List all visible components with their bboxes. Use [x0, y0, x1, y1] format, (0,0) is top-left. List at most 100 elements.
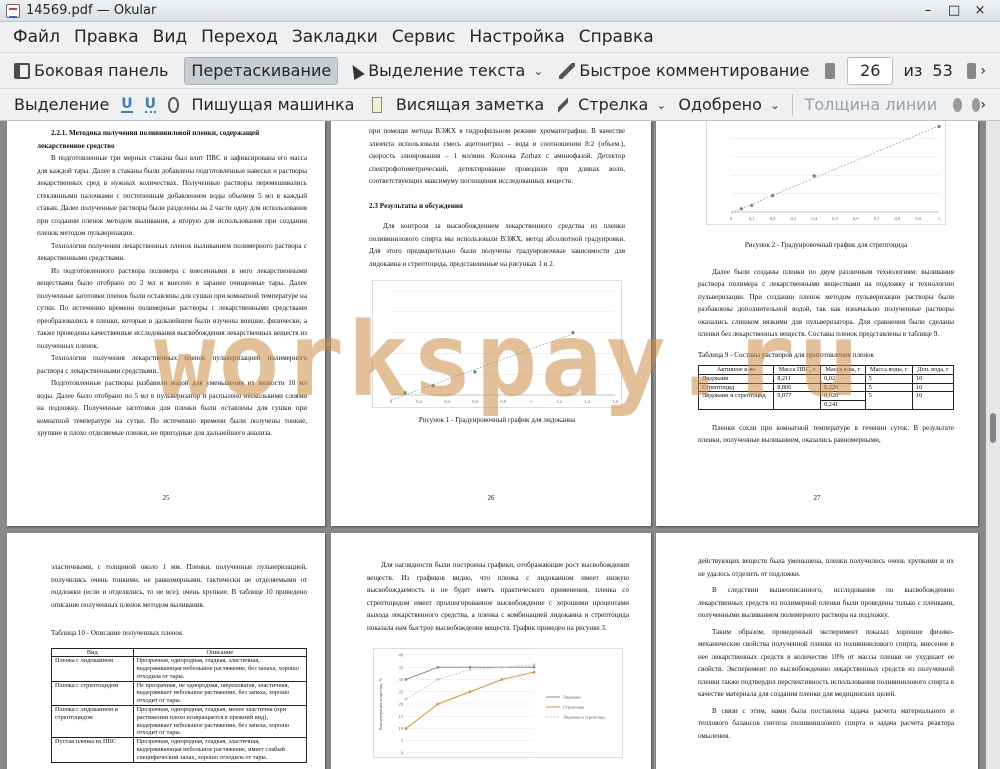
x-tick-label: 0,4 — [811, 216, 817, 222]
trendline — [730, 125, 940, 214]
table-cell: 0,241 — [820, 400, 866, 410]
menu-edit[interactable]: Правка — [67, 27, 146, 47]
vertical-scrollbar[interactable] — [986, 121, 1000, 769]
window-title: 14569.pdf — Okular — [26, 3, 157, 18]
data-point — [532, 670, 536, 674]
note-icon[interactable] — [372, 96, 382, 113]
chevron-down-icon[interactable]: ⌄ — [533, 64, 543, 78]
chart-svg: 0 5 10 15 20 25 30 35 40 Концентрация вещества, %… — [378, 653, 606, 756]
selection-label: Выделение — [14, 95, 110, 114]
sidebar-button[interactable]: Боковая панель — [8, 57, 174, 85]
page-up-icon[interactable] — [825, 62, 836, 79]
document-view[interactable]: 2.2.1. Методика получения поливиниловой … — [0, 121, 1000, 769]
data-point — [571, 331, 575, 335]
table-row: Лидокаин и стрептоцид 9,077 0,020 5 10 — [697, 391, 955, 410]
pin-icon[interactable] — [971, 97, 981, 112]
x-tick-label: 0,6 — [853, 216, 859, 222]
paragraph: Подготовленные растворы разбавили водой … — [37, 379, 307, 437]
data-point — [404, 678, 408, 681]
x-tick-label: 0,2 — [770, 216, 776, 222]
data-point — [468, 665, 472, 669]
stamp-icon[interactable] — [168, 96, 180, 113]
table-row: Пленка с стрептоцидом Не прозрачная, не … — [51, 680, 308, 707]
line-width-button[interactable]: Толщина линии — [799, 91, 944, 119]
text-select-button[interactable]: Выделение текста ⌄ — [344, 57, 549, 85]
figure-caption: Рисунок 2 - Градуировочный график для ст… — [744, 241, 908, 249]
scrollbar-thumb[interactable] — [990, 413, 996, 443]
paragraph: Технология получения лекарственных плено… — [37, 354, 307, 375]
cursor-icon — [347, 61, 365, 80]
table-row: Пустая пленка из ПВС Прозрачная, однород… — [51, 737, 308, 763]
data-point — [404, 727, 408, 730]
data-point — [431, 384, 435, 388]
drag-mode-button[interactable]: Перетаскивание — [184, 56, 339, 85]
x-tick-label: 0,6 — [472, 399, 478, 405]
menu-view[interactable]: Вид — [146, 27, 194, 47]
table-cell: Пленка с лидокаином — [51, 656, 134, 682]
page-number-input[interactable]: 26 — [847, 56, 894, 85]
x-tick-label: 0,8 — [500, 399, 506, 405]
menu-go[interactable]: Переход — [194, 27, 285, 47]
compositions-table: Активное в-во Масса ПВС, г Масса в-ва, г… — [697, 365, 955, 410]
menu-help[interactable]: Справка — [572, 27, 661, 47]
pen-icon[interactable] — [558, 96, 569, 113]
page-down-icon[interactable] — [966, 62, 977, 79]
paragraph: Из подготовленного раствора полимера с в… — [37, 266, 307, 350]
table-cell: 0,02 — [820, 373, 866, 384]
y-tick-label: 15 — [399, 714, 404, 719]
table-cell: Пленка с лидокаином и стрептоцидом — [51, 705, 134, 739]
trendline — [390, 333, 574, 401]
menubar: Файл Правка Вид Переход Закладки Сервис … — [0, 22, 1000, 52]
y-tick-label: 10 — [399, 726, 404, 731]
underline-icon[interactable]: U — [121, 97, 133, 113]
x-tick-label: 0 — [730, 216, 733, 221]
typewriter-button[interactable]: Пишущая машинка — [185, 91, 360, 119]
quick-comment-button[interactable]: Быстрое комментирование — [553, 57, 815, 85]
data-point — [468, 690, 472, 694]
sticky-note-button[interactable]: Висящая заметка — [390, 91, 550, 119]
data-point — [532, 663, 536, 667]
menu-file[interactable]: Файл — [6, 27, 67, 47]
table-cell: Прозрачная, однородная, гладкая, менее э… — [132, 705, 308, 739]
maximize-icon[interactable]: □ — [948, 3, 960, 18]
typewriter-label: Пишущая машинка — [191, 95, 355, 114]
menu-bookmarks[interactable]: Закладки — [285, 27, 385, 47]
page-of-label: из — [903, 61, 923, 80]
table-row: Пленка с лидокаином Прозрачная, однородн… — [51, 656, 308, 682]
drag-label: Перетаскивание — [191, 61, 332, 80]
table-cell: Лидокаин — [697, 373, 775, 384]
arrow-button[interactable]: Стрелка ⌄ — [572, 91, 672, 119]
data-point — [937, 124, 941, 129]
table-cell: 0,020 — [820, 391, 866, 402]
line-width-label: Толщина линии — [804, 95, 938, 114]
table-header: Доп. вода, г — [911, 365, 955, 375]
quick-comment-label: Быстрое комментирование — [579, 61, 810, 80]
data-point — [468, 668, 472, 672]
menu-settings[interactable]: Настройка — [462, 27, 571, 47]
chevron-down-icon[interactable]: ⌄ — [770, 98, 780, 112]
app-icon — [6, 3, 20, 18]
table-cell: Не прозрачная, не однородная, шероховата… — [132, 680, 308, 707]
toolbar-overflow-icon[interactable]: › — [980, 63, 986, 79]
squiggle-icon[interactable]: U — [144, 97, 157, 113]
approved-stamp-button[interactable]: Одобрено ⌄ — [672, 91, 786, 119]
minimize-icon[interactable]: – — [922, 3, 934, 18]
table-cell: 10 — [911, 373, 955, 384]
table-cell: 5 — [864, 382, 913, 393]
table-cell: 9,077 — [773, 391, 822, 410]
page-25: 2.2.1. Методика получения поливиниловой … — [7, 121, 325, 526]
paragraph: эластичными, с толщиной около 1 мм. Плен… — [51, 563, 307, 609]
data-point — [812, 174, 816, 178]
y-tick-label: 20 — [399, 702, 404, 707]
x-tick-label: 0,9 — [915, 216, 921, 222]
y-tick-label: 25 — [399, 689, 404, 694]
chevron-down-icon[interactable]: ⌄ — [656, 98, 666, 112]
close-icon[interactable]: × — [974, 3, 986, 18]
selection-button[interactable]: Выделение — [8, 91, 115, 119]
settings-icon[interactable] — [953, 97, 962, 112]
main-toolbar: Боковая панель Перетаскивание Выделение … — [0, 52, 1000, 88]
menu-tools[interactable]: Сервис — [385, 27, 463, 47]
page-26: при помощи метода ВЭЖХ в гидрофильном ре… — [331, 121, 651, 526]
toolbar-overflow-icon[interactable]: › — [980, 97, 986, 113]
data-point — [500, 678, 504, 681]
